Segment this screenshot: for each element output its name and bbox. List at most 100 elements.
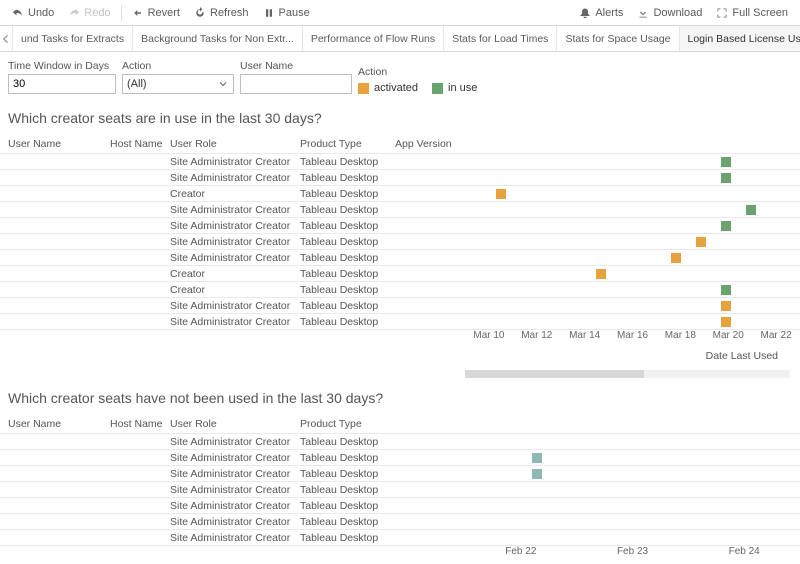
data-mark[interactable]	[696, 237, 706, 247]
section2-title: Which creator seats have not been used i…	[0, 378, 800, 414]
grid1-header: User Name Host Name User Role Product Ty…	[0, 134, 800, 154]
legend-swatch-activated	[358, 83, 369, 94]
download-icon	[637, 7, 649, 19]
fullscreen-button[interactable]: Full Screen	[710, 0, 794, 25]
col-product: Product Type	[300, 138, 395, 150]
legend-activated: activated	[358, 82, 418, 94]
chevron-down-icon	[217, 78, 229, 90]
col-product: Product Type	[300, 418, 460, 430]
data-mark[interactable]	[746, 205, 756, 215]
tab-non-extract-tasks[interactable]: Background Tasks for Non Extr...	[133, 26, 303, 51]
tab-space-usage[interactable]: Stats for Space Usage	[557, 26, 679, 51]
table-row: CreatorTableau Desktop	[0, 186, 800, 202]
data-mark[interactable]	[721, 285, 731, 295]
pause-label: Pause	[279, 7, 310, 19]
table-row: Site Administrator CreatorTableau Deskto…	[0, 170, 800, 186]
data-mark[interactable]	[721, 301, 731, 311]
legend-in-use-label: in use	[448, 82, 477, 94]
col-host: Host Name	[110, 138, 170, 150]
col-role: User Role	[170, 138, 300, 150]
filter-bar: Time Window in Days Action (All) User Na…	[0, 52, 800, 98]
table-row: Site Administrator CreatorTableau Deskto…	[0, 250, 800, 266]
alerts-button[interactable]: Alerts	[573, 0, 629, 25]
fullscreen-label: Full Screen	[732, 7, 788, 19]
col-user: User Name	[0, 418, 110, 430]
col-role: User Role	[170, 418, 300, 430]
download-button[interactable]: Download	[631, 0, 708, 25]
data-mark[interactable]	[496, 189, 506, 199]
tab-license-usage[interactable]: Login Based License Usage	[680, 26, 800, 51]
user-name-label: User Name	[240, 60, 352, 72]
legend-swatch-in-use	[432, 83, 443, 94]
table-row: Site Administrator CreatorTableau Deskto…	[0, 202, 800, 218]
time-window-input[interactable]	[8, 74, 116, 94]
user-name-input[interactable]	[240, 74, 352, 94]
action-legend: Action activated in use	[358, 66, 477, 94]
action-select[interactable]: (All)	[122, 74, 234, 94]
bell-icon	[579, 7, 591, 19]
table-row: Site Administrator CreatorTableau Deskto…	[0, 450, 800, 466]
filter-time-window: Time Window in Days	[8, 60, 116, 94]
chart1-scrollbar[interactable]	[465, 370, 790, 378]
table-row: Site Administrator CreatorTableau Deskto…	[0, 298, 800, 314]
grid-unused: User Name Host Name User Role Product Ty…	[0, 414, 800, 546]
data-mark[interactable]	[532, 469, 542, 479]
table-row: Site Administrator CreatorTableau Deskto…	[0, 514, 800, 530]
tab-load-times[interactable]: Stats for Load Times	[444, 26, 557, 51]
data-mark[interactable]	[721, 173, 731, 183]
alerts-label: Alerts	[595, 7, 623, 19]
tab-scroll-left[interactable]	[0, 26, 13, 51]
data-mark[interactable]	[671, 253, 681, 263]
tab-flow-performance[interactable]: Performance of Flow Runs	[303, 26, 444, 51]
col-host: Host Name	[110, 418, 170, 430]
table-row: CreatorTableau Desktop	[0, 266, 800, 282]
scrollbar-thumb[interactable]	[465, 370, 644, 378]
legend-activated-label: activated	[374, 82, 418, 94]
pause-icon	[263, 7, 275, 19]
undo-label: Undo	[28, 7, 54, 19]
filter-user-name: User Name	[240, 60, 352, 94]
chevron-left-icon	[0, 33, 12, 45]
redo-icon	[68, 7, 80, 19]
undo-button[interactable]: Undo	[6, 0, 60, 25]
data-mark[interactable]	[532, 453, 542, 463]
redo-button: Redo	[62, 0, 116, 25]
pause-button[interactable]: Pause	[257, 0, 316, 25]
table-row: Site Administrator CreatorTableau Deskto…	[0, 482, 800, 498]
table-row: Site Administrator CreatorTableau Deskto…	[0, 498, 800, 514]
axis-chart2: Feb 22Feb 23Feb 24	[0, 546, 800, 564]
legend-in-use: in use	[432, 82, 477, 94]
table-row: Site Administrator CreatorTableau Deskto…	[0, 530, 800, 546]
toolbar: Undo Redo Revert Refresh Pause Alerts Do…	[0, 0, 800, 26]
refresh-icon	[194, 7, 206, 19]
action-label: Action	[122, 60, 234, 72]
data-mark[interactable]	[596, 269, 606, 279]
axis-chart1: Mar 10Mar 12Mar 14Mar 16Mar 18Mar 20Mar …	[0, 330, 800, 348]
filter-action: Action (All)	[122, 60, 234, 94]
table-row: Site Administrator CreatorTableau Deskto…	[0, 218, 800, 234]
grid-in-use: User Name Host Name User Role Product Ty…	[0, 134, 800, 330]
data-mark[interactable]	[721, 221, 731, 231]
separator	[121, 5, 122, 21]
col-user: User Name	[0, 138, 110, 150]
section1-title: Which creator seats are in use in the la…	[0, 98, 800, 134]
download-label: Download	[653, 7, 702, 19]
action-value: (All)	[127, 78, 147, 90]
grid2-header: User Name Host Name User Role Product Ty…	[0, 414, 800, 434]
table-row: Site Administrator CreatorTableau Deskto…	[0, 314, 800, 330]
fullscreen-icon	[716, 7, 728, 19]
revert-icon	[132, 7, 144, 19]
table-row: CreatorTableau Desktop	[0, 282, 800, 298]
legend-title: Action	[358, 66, 477, 78]
revert-button[interactable]: Revert	[126, 0, 186, 25]
axis1-label: Date Last Used	[0, 348, 800, 366]
table-row: Site Administrator CreatorTableau Deskto…	[0, 154, 800, 170]
data-mark[interactable]	[721, 157, 731, 167]
refresh-button[interactable]: Refresh	[188, 0, 255, 25]
table-row: Site Administrator CreatorTableau Deskto…	[0, 466, 800, 482]
data-mark[interactable]	[721, 317, 731, 327]
tab-extract-tasks[interactable]: und Tasks for Extracts	[13, 26, 133, 51]
redo-label: Redo	[84, 7, 110, 19]
table-row: Site Administrator CreatorTableau Deskto…	[0, 434, 800, 450]
refresh-label: Refresh	[210, 7, 249, 19]
